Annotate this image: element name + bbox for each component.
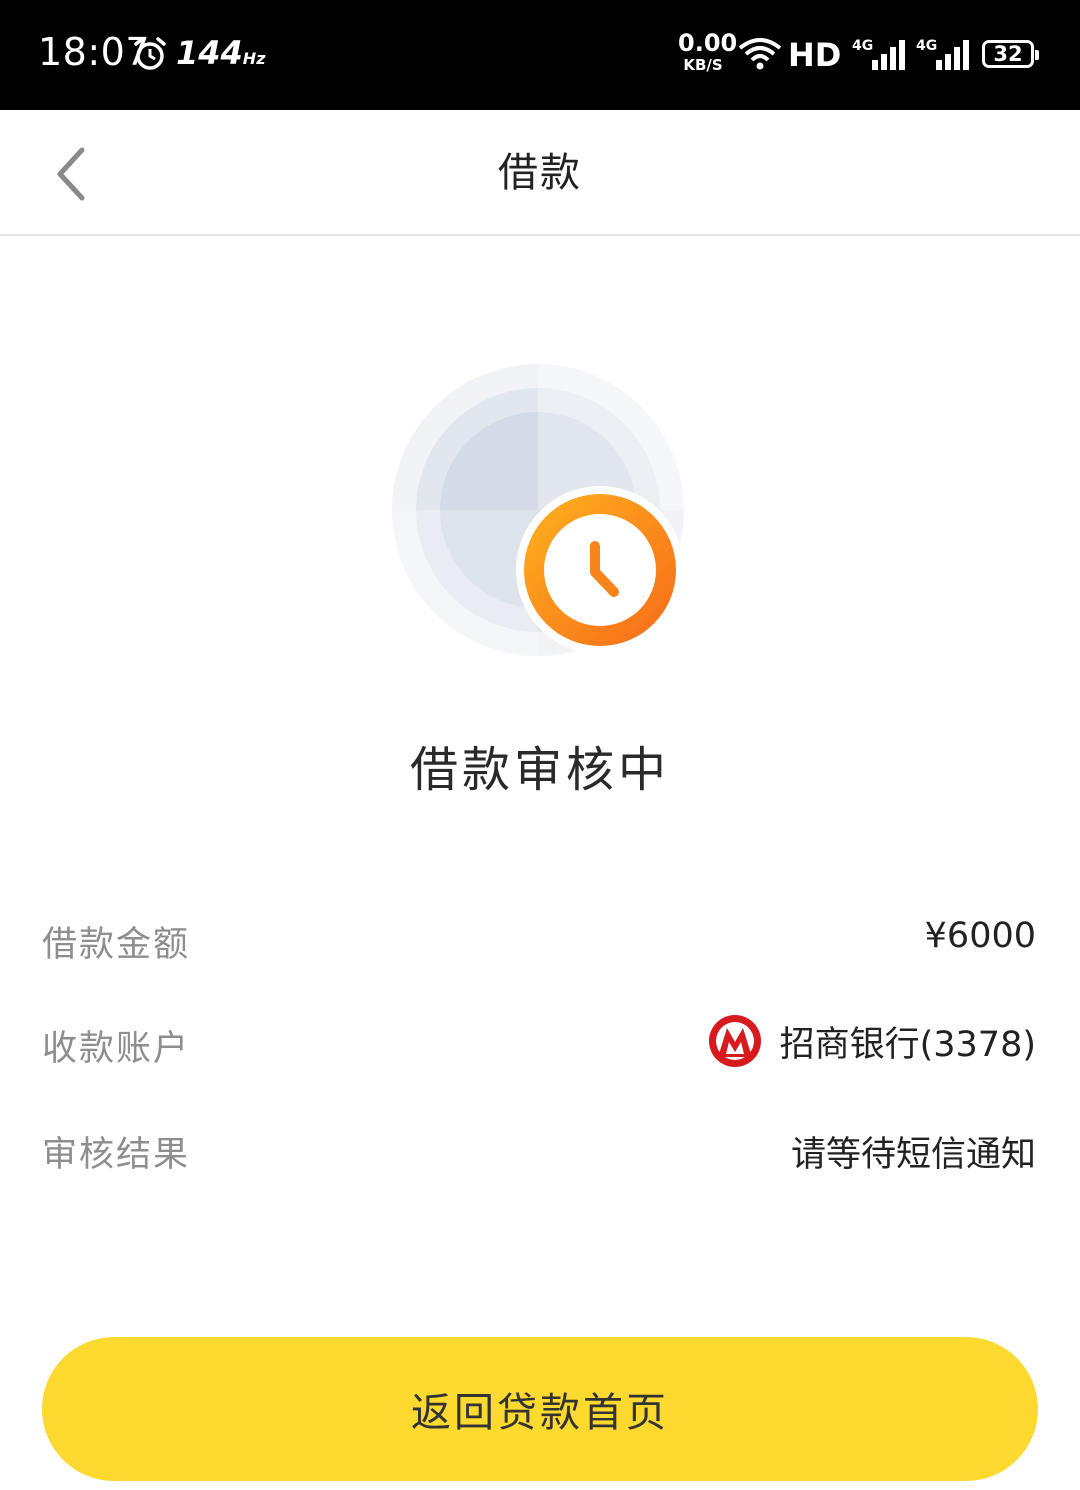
receiving-account-value: 招商银行(3378): [779, 1024, 1036, 1065]
loan-amount-row: 借款金额 ¥6000: [42, 906, 1036, 966]
review-result-row: 审核结果 请等待短信通知: [42, 1116, 1036, 1176]
receiving-account-label: 收款账户: [42, 1029, 191, 1069]
status-bar: 18:07 144Hz 0.00 KB/S HD 4G 4G 32: [0, 0, 1080, 110]
pending-review-icon: [392, 364, 684, 656]
review-result-value: 请等待短信通知: [790, 1135, 1036, 1175]
refresh-rate: 144Hz: [176, 34, 266, 72]
back-to-loan-home-button[interactable]: 返回贷款首页: [42, 1337, 1038, 1481]
signal-4g-icon: 4G: [916, 38, 969, 70]
loan-amount-label: 借款金额: [42, 925, 191, 965]
network-speed: 0.00 KB/S: [678, 29, 738, 74]
wifi-icon: [738, 38, 782, 70]
battery-icon: 32: [982, 40, 1039, 68]
page-title: 借款: [498, 150, 582, 196]
bank-account: 招商银行(3378): [708, 1014, 1036, 1068]
status-title: 借款审核中: [409, 742, 670, 798]
cmb-bank-logo-icon: [708, 1015, 761, 1067]
receiving-account-row: 收款账户 招商银行(3378): [42, 1010, 1036, 1070]
loan-amount-value: ¥6000: [924, 916, 1036, 956]
hd-indicator: HD: [788, 36, 842, 74]
alarm-icon: [134, 37, 166, 70]
svg-text:4G: 4G: [852, 38, 873, 54]
nav-bar: 借款: [0, 110, 1080, 236]
signal-4g-icon: 4G: [852, 38, 905, 70]
svg-text:4G: 4G: [916, 38, 937, 54]
review-result-label: 审核结果: [42, 1135, 191, 1175]
